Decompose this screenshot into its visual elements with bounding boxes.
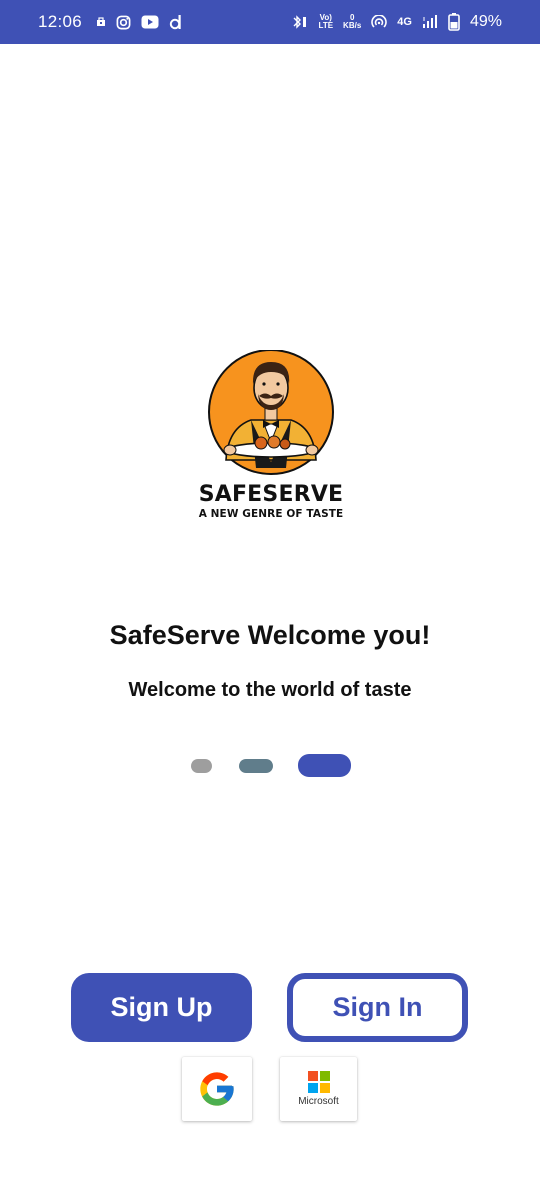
page-dot-2[interactable] [239, 759, 273, 773]
google-icon [200, 1072, 234, 1106]
page-indicator [0, 754, 540, 778]
waiter-logo-image [208, 350, 334, 475]
bluetooth-vibrate-icon [291, 14, 309, 30]
signal-icon [422, 15, 438, 29]
sign-up-button[interactable]: Sign Up [71, 973, 252, 1042]
status-right: Vo) LTE 0 KB/s 4G 49% [291, 13, 502, 31]
instagram-icon [116, 15, 131, 30]
volte-icon: Vo) LTE [318, 13, 334, 30]
status-bar: 12:06 Vo) LTE 0 KB/s 4G 49% [0, 0, 540, 44]
welcome-subtitle: Welcome to the world of taste [128, 679, 412, 701]
data-speed-indicator: 0 KB/s [343, 13, 362, 30]
sign-in-button[interactable]: Sign In [287, 973, 468, 1042]
page-dot-3-active[interactable] [298, 754, 351, 777]
d-app-icon [169, 14, 183, 30]
notification-icon [96, 17, 106, 27]
brand-tagline: A NEW GENRE OF TASTE [198, 508, 344, 520]
battery-icon [448, 13, 460, 31]
microsoft-icon [307, 1071, 330, 1093]
hotspot-icon [371, 15, 388, 29]
microsoft-login-button[interactable]: Microsoft [280, 1057, 357, 1121]
brand-name: SAFESERVE [198, 482, 344, 507]
page-dot-1[interactable] [191, 759, 212, 773]
brand-logo: SAFESERVE A NEW GENRE OF TASTE [190, 350, 352, 525]
youtube-icon [141, 15, 159, 29]
welcome-title: SafeServe Welcome you! [109, 620, 431, 650]
microsoft-label: Microsoft [298, 1096, 339, 1107]
status-left: 12:06 [38, 12, 183, 32]
google-login-button[interactable] [182, 1057, 252, 1121]
battery-percentage: 49% [469, 13, 502, 30]
network-type: 4G [397, 16, 412, 28]
status-time: 12:06 [38, 12, 83, 31]
